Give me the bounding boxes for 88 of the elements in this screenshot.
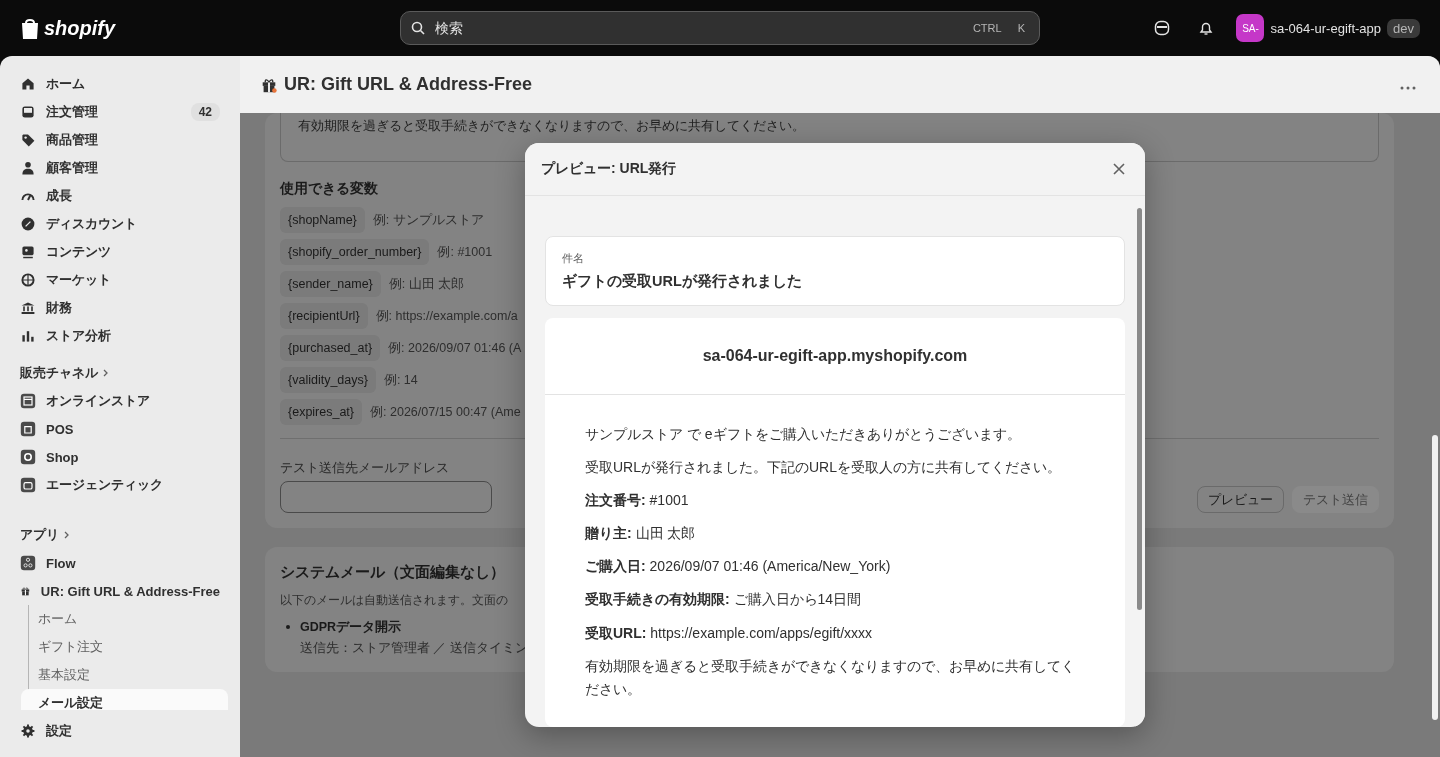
scrollbar[interactable] — [1135, 196, 1145, 727]
field-label: テスト送信先メールアドレス — [280, 459, 449, 477]
nav-item[interactable]: 商品管理 — [12, 126, 228, 154]
chevron-icon — [63, 531, 71, 539]
store-badge: dev — [1387, 18, 1420, 38]
variable-example: 例: #1001 — [437, 243, 493, 261]
storefront-icon — [20, 393, 36, 409]
more-actions-icon[interactable] — [1400, 85, 1416, 90]
email-paragraph: 受取手続きの有効期限: ご購入日から14日間 — [585, 590, 863, 610]
nav-item[interactable]: Flow — [12, 549, 228, 577]
nav-item[interactable]: 顧客管理 — [12, 154, 228, 182]
email-paragraph: ご購入日: 2026/09/07 01:46 (America/New_York) — [585, 557, 892, 577]
subject-value: ギフトの受取URLが発行されました — [562, 272, 803, 291]
shopping-bag-icon — [20, 421, 36, 437]
search-input[interactable]: 検索 — [433, 19, 961, 37]
search-field[interactable]: 検索 CTRL K — [400, 11, 1040, 45]
section-heading[interactable]: アプリ — [12, 521, 228, 549]
variable-tag: {recipientUrl} — [280, 303, 368, 329]
dialog-title: プレビュー: URL発行 — [541, 160, 677, 178]
flow-icon — [20, 555, 36, 571]
robot-icon — [20, 477, 36, 493]
variable-example: 例: 山田 太郎 — [388, 275, 465, 293]
email-paragraph: 有効期限を過ぎると受取手続きができなくなりますので、お早めに共有してください。 — [585, 656, 1076, 699]
variable-tag: {shopName} — [280, 207, 365, 233]
email-paragraph: 注文番号: #1001 — [585, 491, 690, 511]
variable-tag: {expires_at} — [280, 399, 363, 425]
nav-item[interactable]: ストア分析 — [12, 322, 228, 350]
gear-icon — [20, 723, 36, 739]
email-paragraph: 受取URLが発行されました。下記のURLを受取人の方に共有してください。 — [585, 458, 1062, 478]
store-avatar[interactable]: SA- — [1236, 14, 1265, 42]
shopping-bag-icon — [20, 16, 40, 40]
nav-item[interactable]: UR: Gift URL & Address-Free — [12, 577, 228, 605]
mail-name: GDPRデータ開示 — [300, 619, 403, 636]
settings-nav-item[interactable]: 設定 — [12, 717, 228, 745]
nav-item[interactable]: メール設定 — [21, 689, 228, 710]
card-description: 以下のメールは自動送信されます。文面の — [280, 592, 508, 609]
email-input-field[interactable] — [280, 481, 492, 513]
inbox-icon — [20, 104, 36, 120]
nav-item[interactable]: ディスカウント — [12, 210, 228, 238]
variable-tag: {purchased_at} — [280, 335, 381, 361]
variable-tag: {shopify_order_number} — [280, 239, 430, 265]
nav-item[interactable]: 財務 — [12, 294, 228, 322]
variable-example: 例: 2026/07/15 00:47 (Ame — [370, 403, 521, 421]
nav-item[interactable]: ホーム — [12, 70, 228, 98]
bullet-icon — [286, 625, 290, 629]
search-icon — [411, 21, 425, 35]
nav-item[interactable]: POS — [12, 415, 228, 443]
variables-heading: 使用できる変数 — [280, 180, 379, 198]
shop-logo-icon — [20, 449, 36, 465]
nav-item[interactable]: マーケット — [12, 266, 228, 294]
variable-tag: {sender_name} — [280, 271, 381, 297]
shortcut-key: CTRL — [968, 21, 1006, 35]
globe-icon — [20, 272, 36, 288]
bank-icon — [20, 300, 36, 316]
email-paragraph: サンプルストア で eギフトをご購入いただきありがとうございます。 — [585, 425, 1022, 444]
nav-item[interactable]: オンラインストア — [12, 387, 228, 415]
variable-example: 例: 14 — [383, 371, 418, 389]
action-button[interactable]: プレビュー — [1197, 486, 1284, 513]
variable-example: 例: https://example.com/a — [375, 307, 518, 325]
chevron-icon — [102, 369, 110, 377]
nav-item[interactable]: 成長 — [12, 182, 228, 210]
discount-badge-icon — [20, 216, 36, 232]
subject-label: 件名 — [562, 251, 585, 266]
nav-item[interactable]: エージェンティック — [12, 471, 228, 499]
nav-item[interactable]: 注文管理 42 — [12, 98, 228, 126]
logo-text[interactable]: shopify — [44, 16, 116, 40]
email-paragraph: 受取URL: https://example.com/apps/egift/xxxx — [585, 623, 874, 643]
nav-item[interactable]: ギフト注文 — [21, 633, 228, 661]
house-icon — [20, 76, 36, 92]
count-badge: 42 — [190, 103, 220, 121]
variable-example: 例: 2026/09/07 01:46 (A — [388, 339, 522, 357]
nav-item[interactable]: コンテンツ — [12, 238, 228, 266]
person-icon — [20, 160, 36, 176]
variable-tag: {validity_days} — [280, 367, 376, 393]
section-heading[interactable]: 販売チャネル — [12, 359, 228, 387]
shop-domain: sa-064-ur-egift-app.myshopify.com — [545, 318, 1125, 395]
tag-icon — [20, 132, 36, 148]
page-title: UR: Gift URL & Address-Free — [284, 74, 533, 95]
shortcut-key: K — [1013, 21, 1029, 35]
nav-item[interactable]: 基本設定 — [21, 661, 228, 689]
bar-chart-icon — [20, 328, 36, 344]
nav-item[interactable]: Shop — [12, 443, 228, 471]
email-paragraph: 贈り主: 山田 太郎 — [585, 524, 697, 544]
picture-frame-icon — [20, 244, 36, 260]
store-name[interactable]: sa-064-ur-egift-app — [1270, 20, 1382, 36]
variable-example: 例: サンプルストア — [372, 211, 484, 229]
nav-item[interactable]: ホーム — [21, 605, 228, 633]
card-title: システムメール（文面編集なし） — [280, 563, 505, 582]
